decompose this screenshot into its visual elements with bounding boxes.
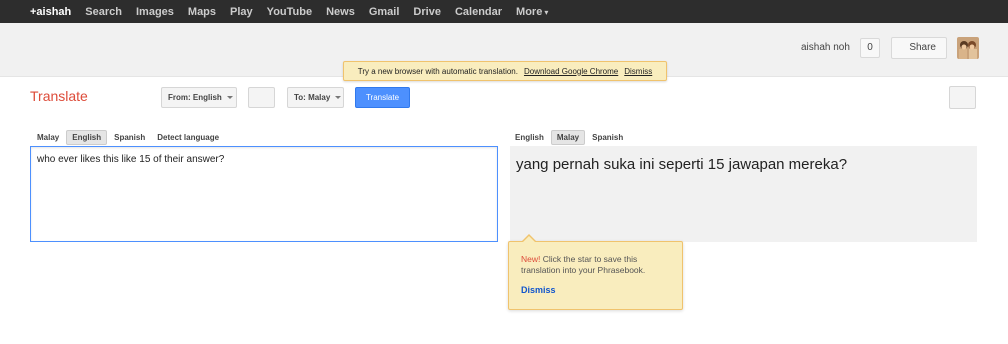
- nav-item-profile[interactable]: +aishah: [30, 6, 71, 18]
- chevron-down-icon: [226, 96, 233, 99]
- translation-result: yang pernah suka ini seperti 15 jawapan …: [510, 146, 977, 242]
- chrome-promo-banner: Try a new browser with automatic transla…: [343, 61, 667, 81]
- source-language-tabs: Malay English Spanish Detect language: [32, 130, 226, 145]
- nav-item-more[interactable]: More ▾: [516, 6, 548, 18]
- from-language-label: From: English: [168, 93, 222, 102]
- target-tab-malay[interactable]: Malay: [550, 130, 586, 145]
- nav-item-calendar[interactable]: Calendar: [455, 6, 502, 18]
- nav-item-youtube[interactable]: YouTube: [267, 6, 312, 18]
- from-language-dropdown[interactable]: From: English: [161, 87, 237, 108]
- share-button[interactable]: Share: [891, 37, 947, 59]
- page-title[interactable]: Translate: [30, 88, 88, 104]
- chevron-down-icon: [335, 96, 342, 99]
- toolbar-right-button[interactable]: [949, 86, 976, 109]
- to-language-label: To: Malay: [294, 93, 331, 102]
- source-text-input[interactable]: who ever likes this like 15 of their ans…: [30, 146, 498, 242]
- nav-item-news[interactable]: News: [326, 6, 355, 18]
- nav-more-label: More: [516, 5, 543, 18]
- promo-dismiss-link[interactable]: Dismiss: [624, 67, 652, 76]
- target-language-tabs: English Malay Spanish: [510, 130, 630, 145]
- top-nav: +aishah Search Images Maps Play YouTube …: [30, 0, 562, 23]
- source-tab-english[interactable]: English: [66, 130, 108, 145]
- tooltip-dismiss-link[interactable]: Dismiss: [521, 285, 670, 296]
- phrasebook-tooltip: New! Click the star to save this transla…: [508, 234, 683, 310]
- notification-count-button[interactable]: 0: [860, 38, 880, 58]
- chevron-down-icon: ▾: [544, 7, 549, 17]
- target-tab-spanish[interactable]: Spanish: [587, 131, 628, 144]
- avatar[interactable]: [957, 37, 979, 59]
- translate-button[interactable]: Translate: [355, 87, 410, 108]
- nav-item-images[interactable]: Images: [136, 6, 174, 18]
- nav-item-drive[interactable]: Drive: [413, 6, 441, 18]
- nav-item-play[interactable]: Play: [230, 6, 253, 18]
- source-tab-detect-language[interactable]: Detect language: [152, 131, 224, 144]
- nav-item-gmail[interactable]: Gmail: [369, 6, 400, 18]
- tooltip-new-label: New!: [521, 254, 541, 264]
- target-tab-english[interactable]: English: [510, 131, 549, 144]
- swap-languages-button[interactable]: [248, 87, 275, 108]
- nav-item-search[interactable]: Search: [85, 6, 122, 18]
- to-language-dropdown[interactable]: To: Malay: [287, 87, 344, 108]
- source-tab-malay[interactable]: Malay: [32, 131, 64, 144]
- promo-text: Try a new browser with automatic transla…: [357, 66, 518, 76]
- source-tab-spanish[interactable]: Spanish: [109, 131, 150, 144]
- user-name[interactable]: aishah noh: [801, 42, 850, 53]
- avatar-image: [957, 37, 979, 59]
- tooltip-text: Click the star to save this translation …: [521, 254, 646, 275]
- download-chrome-link[interactable]: Download Google Chrome: [524, 67, 618, 76]
- nav-item-maps[interactable]: Maps: [188, 6, 216, 18]
- top-nav-bar: +aishah Search Images Maps Play YouTube …: [0, 0, 1008, 23]
